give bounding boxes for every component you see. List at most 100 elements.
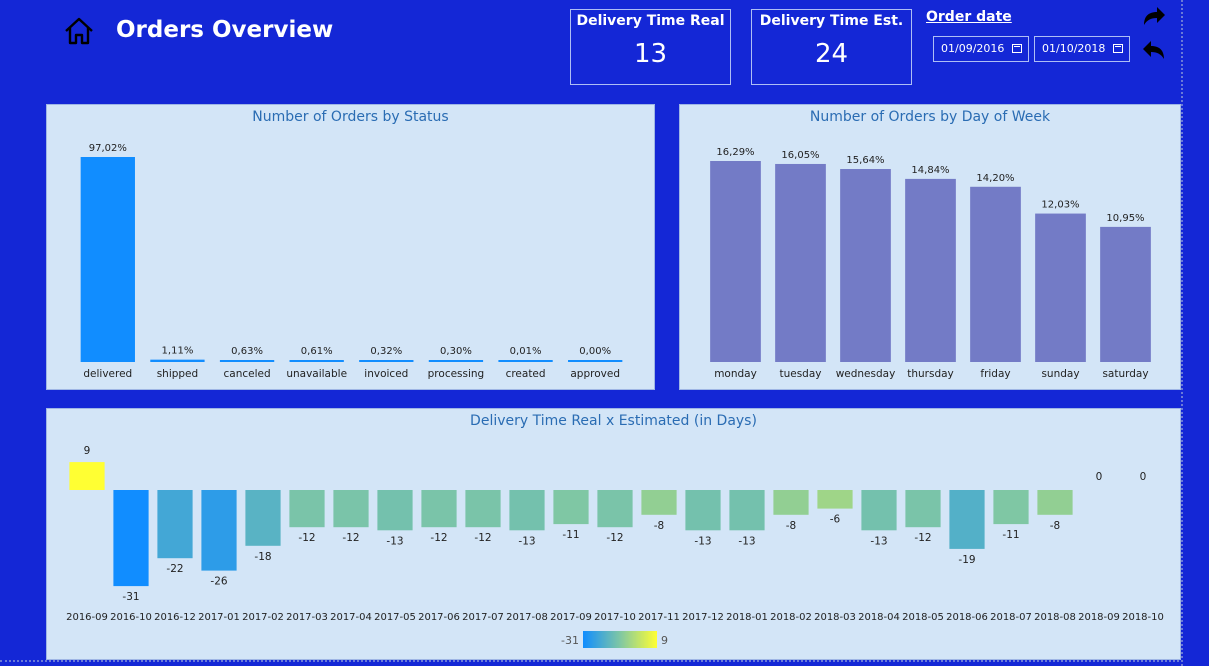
data-label: -13 bbox=[738, 535, 755, 547]
bar-2018-07[interactable] bbox=[993, 490, 1029, 525]
bar-approved[interactable] bbox=[568, 360, 623, 362]
data-label: -13 bbox=[694, 535, 711, 547]
data-label: -12 bbox=[298, 532, 315, 544]
data-label: 14,84% bbox=[911, 165, 949, 176]
bar-unavailable[interactable] bbox=[289, 360, 344, 362]
data-label: 16,05% bbox=[781, 150, 819, 161]
data-label: -12 bbox=[474, 532, 491, 544]
data-label: -12 bbox=[914, 532, 931, 544]
legend-max-label: 9 bbox=[661, 634, 668, 647]
bar-sunday[interactable] bbox=[1035, 213, 1086, 362]
bar-monday[interactable] bbox=[710, 161, 761, 362]
bar-processing[interactable] bbox=[428, 360, 484, 362]
bar-2018-05[interactable] bbox=[905, 490, 941, 528]
bar-2018-08[interactable] bbox=[1037, 490, 1073, 515]
data-label: 0 bbox=[1096, 471, 1103, 483]
chart-title: Number of Orders by Status bbox=[252, 109, 449, 125]
start-date-value: 01/09/2016 bbox=[941, 42, 1005, 55]
data-label: 0,61% bbox=[301, 346, 333, 357]
category-label: 2017-02 bbox=[242, 612, 284, 623]
category-label: approved bbox=[570, 368, 620, 380]
bar-2017-01[interactable] bbox=[201, 490, 237, 571]
bar-shipped[interactable] bbox=[150, 359, 205, 362]
home-icon[interactable] bbox=[63, 16, 95, 46]
data-label: -12 bbox=[342, 532, 359, 544]
category-label: 2016-12 bbox=[154, 612, 196, 623]
bar-2018-02[interactable] bbox=[773, 490, 809, 515]
bar-2017-10[interactable] bbox=[597, 490, 633, 528]
orders-by-weekday-chart: 16,29% monday 16,05% tuesday 15,64% wednesday… bbox=[710, 147, 1151, 380]
bar-tuesday[interactable] bbox=[775, 163, 826, 362]
chart-title: Delivery Time Real x Estimated (in Days) bbox=[470, 413, 757, 429]
canvas-border-right bbox=[1181, 0, 1183, 666]
kpi-value: 24 bbox=[814, 39, 849, 69]
category-label: 2018-06 bbox=[946, 612, 988, 623]
category-label: shipped bbox=[157, 368, 199, 380]
bar-canceled[interactable] bbox=[219, 360, 275, 362]
bar-thursday[interactable] bbox=[905, 178, 956, 362]
bar-delivered[interactable] bbox=[80, 157, 135, 362]
category-label: 2017-10 bbox=[594, 612, 636, 623]
delivery-time-chart: 9 2016-09 -31 2016-10 -22 2016-12 -26 2017-01 -1… bbox=[66, 445, 1164, 648]
bar-2018-01[interactable] bbox=[729, 490, 765, 531]
data-label: 97,02% bbox=[89, 143, 127, 154]
calendar-icon[interactable] bbox=[1113, 44, 1123, 53]
category-label: 2016-10 bbox=[110, 612, 152, 623]
category-label: 2017-05 bbox=[374, 612, 416, 623]
category-label: 2018-10 bbox=[1122, 612, 1164, 623]
bar-created[interactable] bbox=[498, 360, 553, 362]
data-label: -11 bbox=[1002, 529, 1019, 541]
bar-2017-07[interactable] bbox=[465, 490, 501, 528]
bar-2018-06[interactable] bbox=[949, 490, 985, 549]
calendar-icon[interactable] bbox=[1012, 44, 1022, 53]
bar-2018-03[interactable] bbox=[817, 490, 853, 509]
bar-2016-09[interactable] bbox=[69, 462, 105, 490]
category-label: 2016-09 bbox=[66, 612, 108, 623]
undo-arrow-icon[interactable] bbox=[1141, 38, 1167, 62]
data-label: -12 bbox=[430, 532, 447, 544]
bar-2017-03[interactable] bbox=[289, 490, 325, 528]
bar-invoiced[interactable] bbox=[359, 360, 414, 362]
bar-2017-02[interactable] bbox=[245, 490, 281, 546]
redo-arrow-icon[interactable] bbox=[1141, 4, 1167, 28]
bar-2017-08[interactable] bbox=[509, 490, 545, 531]
bar-2017-05[interactable] bbox=[377, 490, 413, 531]
bar-2018-04[interactable] bbox=[861, 490, 897, 531]
bar-saturday[interactable] bbox=[1100, 226, 1151, 362]
category-label: 2017-04 bbox=[330, 612, 372, 623]
bar-2017-12[interactable] bbox=[685, 490, 721, 531]
end-date-value: 01/10/2018 bbox=[1042, 42, 1106, 55]
bar-2016-10[interactable] bbox=[113, 490, 149, 587]
data-label: 12,03% bbox=[1041, 200, 1079, 211]
data-label: -12 bbox=[606, 532, 623, 544]
data-label: -8 bbox=[1050, 520, 1060, 532]
bar-2017-11[interactable] bbox=[641, 490, 677, 515]
category-label: 2017-01 bbox=[198, 612, 240, 623]
kpi-label: Delivery Time Real bbox=[576, 13, 725, 29]
category-label: tuesday bbox=[779, 368, 821, 380]
data-label: -11 bbox=[562, 529, 579, 541]
chart-title: Number of Orders by Day of Week bbox=[809, 109, 1051, 125]
data-label: -31 bbox=[122, 591, 139, 603]
category-label: 2018-01 bbox=[726, 612, 768, 623]
bar-2016-12[interactable] bbox=[157, 490, 193, 559]
bar-2017-06[interactable] bbox=[421, 490, 457, 528]
delivery-time-panel: Delivery Time Real x Estimated (in Days)… bbox=[46, 408, 1181, 660]
end-date-input[interactable]: 01/10/2018 bbox=[1034, 36, 1130, 62]
bar-2017-04[interactable] bbox=[333, 490, 369, 528]
category-label: 2018-05 bbox=[902, 612, 944, 623]
data-label: -6 bbox=[830, 514, 841, 526]
data-label: 0,63% bbox=[231, 346, 263, 357]
category-label: thursday bbox=[907, 368, 954, 380]
category-label: 2017-03 bbox=[286, 612, 328, 623]
color-scale-legend bbox=[583, 631, 657, 648]
kpi-value: 13 bbox=[633, 39, 668, 69]
order-date-label: Order date bbox=[926, 9, 1012, 25]
bar-friday[interactable] bbox=[970, 186, 1021, 362]
category-label: delivered bbox=[83, 368, 132, 380]
data-label: -13 bbox=[870, 535, 887, 547]
start-date-input[interactable]: 01/09/2016 bbox=[933, 36, 1029, 62]
bar-wednesday[interactable] bbox=[840, 169, 891, 362]
bar-2017-09[interactable] bbox=[553, 490, 589, 525]
category-label: unavailable bbox=[286, 368, 347, 380]
